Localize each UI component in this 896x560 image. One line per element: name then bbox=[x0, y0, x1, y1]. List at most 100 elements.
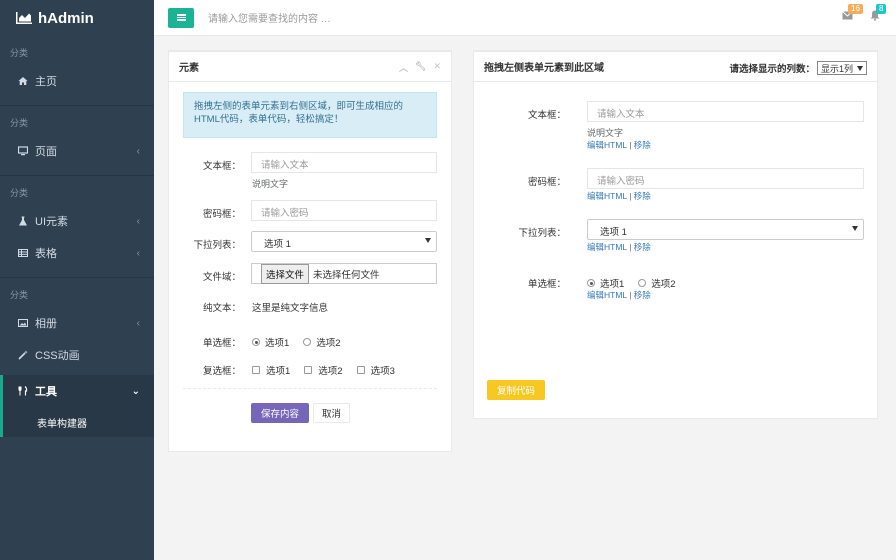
password-field-label: 密码框： bbox=[527, 177, 566, 188]
chevron-left-icon: ‹ bbox=[136, 247, 140, 259]
checkbox-icon[interactable] bbox=[252, 366, 260, 374]
password-input[interactable]: 请输入密码 bbox=[251, 200, 437, 221]
element-actions: 编辑HTML | 移除 bbox=[587, 289, 651, 301]
sidebar-item-label: 主页 bbox=[35, 76, 57, 88]
element-actions: 编辑HTML | 移除 bbox=[587, 139, 651, 151]
elements-panel: 元素 ︿ 🔧︎ ✕ 拖拽左侧的表单元素到右侧区域，即可生成相应的HTML代码，表… bbox=[168, 50, 452, 452]
file-status: 未选择任何文件 bbox=[313, 269, 380, 281]
sidebar-item-table[interactable]: 表格 ‹ bbox=[0, 237, 154, 269]
remove-link[interactable]: 移除 bbox=[634, 140, 651, 150]
nav-category: 分类 bbox=[10, 118, 29, 128]
sidebar-item-home[interactable]: 主页 bbox=[0, 65, 154, 97]
sidebar-item-label: 页面 bbox=[35, 146, 57, 158]
help-text: 说明文字 bbox=[252, 179, 289, 189]
sidebar: hAdmin 分类 主页 分类 页面 ‹ 分类 UI元素 ‹ 表格 ‹ 分类 相… bbox=[0, 0, 154, 560]
edit-html-link[interactable]: 编辑HTML bbox=[587, 191, 627, 201]
brand-logo[interactable]: hAdmin bbox=[0, 0, 154, 36]
top-navbar: 请输入您需要查找的内容 … 16 8 bbox=[154, 0, 896, 36]
column-select-value: 显示1列 bbox=[820, 63, 853, 74]
copy-code-button[interactable]: 复制代码 bbox=[487, 380, 545, 400]
nav-category: 分类 bbox=[10, 48, 29, 58]
select-value: 选项 1 bbox=[264, 239, 291, 250]
sidebar-item-tools[interactable]: 工具 ⌄ bbox=[3, 375, 154, 407]
radio-option[interactable]: 选项2 bbox=[638, 276, 676, 290]
radio-option[interactable]: 选项2 bbox=[303, 335, 341, 349]
picture-icon bbox=[18, 318, 28, 328]
chevron-down-icon: ⌄ bbox=[131, 385, 140, 397]
radio-option-label: 选项2 bbox=[651, 279, 676, 290]
sidebar-item-ui[interactable]: UI元素 ‹ bbox=[0, 205, 154, 237]
dropdown-select[interactable]: 选项 1 bbox=[587, 219, 864, 240]
link-separator: | bbox=[629, 290, 632, 300]
file-input[interactable]: 选择文件 未选择任何文件 bbox=[251, 263, 437, 284]
choose-file-button[interactable]: 选择文件 bbox=[261, 263, 310, 284]
element-actions: 编辑HTML | 移除 bbox=[587, 190, 651, 202]
panel-header: 拖拽左侧表单元素到此区域 请选择显示的列数： 显示1列 bbox=[474, 52, 877, 82]
checkbox-option[interactable]: 选项3 bbox=[356, 363, 395, 377]
sidebar-item-album[interactable]: 相册 ‹ bbox=[0, 307, 154, 339]
help-text: 说明文字 bbox=[587, 128, 624, 138]
radio-icon[interactable] bbox=[303, 338, 312, 346]
checkbox-option[interactable]: 选项1 bbox=[252, 363, 290, 377]
text-input[interactable]: 请输入文本 bbox=[251, 152, 437, 173]
checkbox-option-label: 选项1 bbox=[266, 366, 291, 377]
remove-link[interactable]: 移除 bbox=[634, 242, 651, 252]
nav-category: 分类 bbox=[10, 290, 29, 300]
text-field-label: 文本框： bbox=[527, 110, 566, 121]
radio-option-label: 选项2 bbox=[316, 338, 341, 349]
checkbox-option[interactable]: 选项2 bbox=[304, 363, 343, 377]
collapse-icon[interactable]: ︿ bbox=[399, 61, 408, 74]
messages-badge: 16 bbox=[848, 4, 863, 14]
edit-html-link[interactable]: 编辑HTML bbox=[587, 140, 627, 150]
cutlery-icon bbox=[18, 386, 28, 396]
sidebar-subitem-label: 表单构建器 bbox=[37, 418, 87, 430]
sidebar-item-label: 相册 bbox=[35, 318, 57, 330]
sidebar-item-css-animation[interactable]: CSS动画 bbox=[0, 339, 154, 371]
desktop-icon bbox=[18, 146, 28, 156]
text-input[interactable]: 请输入文本 bbox=[587, 101, 864, 122]
close-icon[interactable]: ✕ bbox=[433, 61, 441, 74]
magic-wand-icon bbox=[18, 350, 28, 360]
radio-group: 选项1 选项2 bbox=[587, 276, 690, 290]
save-button[interactable]: 保存内容 bbox=[251, 403, 309, 423]
flask-icon bbox=[18, 216, 28, 226]
checkbox-icon[interactable] bbox=[356, 366, 365, 374]
sidebar-item-label: 表格 bbox=[35, 248, 57, 260]
nav-category: 分类 bbox=[10, 188, 29, 198]
chart-area-icon bbox=[16, 12, 32, 24]
radio-checked-icon[interactable] bbox=[587, 279, 595, 287]
brand-name: hAdmin bbox=[38, 9, 94, 27]
password-input[interactable]: 请输入密码 bbox=[587, 168, 864, 189]
notifications-button[interactable]: 8 bbox=[868, 4, 887, 22]
checkbox-label: 复选框： bbox=[202, 366, 241, 377]
dropdown-select[interactable]: 选项 1 bbox=[251, 231, 437, 252]
radio-icon[interactable] bbox=[638, 279, 647, 287]
sidebar-item-label: CSS动画 bbox=[35, 350, 80, 362]
text-field-label: 文本框： bbox=[202, 161, 241, 172]
hamburger-icon bbox=[176, 14, 186, 21]
caret-down-icon bbox=[852, 226, 858, 231]
static-text-label: 纯文本： bbox=[202, 303, 241, 314]
remove-link[interactable]: 移除 bbox=[634, 191, 651, 201]
sidebar-item-pages[interactable]: 页面 ‹ bbox=[0, 135, 154, 167]
divider bbox=[183, 388, 437, 389]
column-select[interactable]: 显示1列 bbox=[816, 61, 867, 75]
wrench-icon[interactable]: 🔧︎ bbox=[415, 61, 426, 74]
checkbox-group: 选项1 选项2 选项3 bbox=[252, 363, 409, 377]
edit-html-link[interactable]: 编辑HTML bbox=[587, 242, 627, 252]
sidebar-subitem-form-builder[interactable]: 表单构建器 bbox=[3, 407, 154, 437]
cancel-button[interactable]: 取消 bbox=[313, 403, 350, 423]
panel-tools: ︿ 🔧︎ ✕ bbox=[399, 61, 441, 74]
panel-title: 拖拽左侧表单元素到此区域 bbox=[484, 63, 604, 74]
radio-option[interactable]: 选项1 bbox=[252, 335, 289, 349]
caret-down-icon bbox=[857, 65, 863, 71]
menu-toggle-button[interactable] bbox=[168, 7, 194, 28]
edit-html-link[interactable]: 编辑HTML bbox=[587, 290, 627, 300]
messages-button[interactable]: 16 bbox=[840, 4, 863, 22]
checkbox-icon[interactable] bbox=[304, 366, 313, 374]
radio-checked-icon[interactable] bbox=[252, 338, 260, 346]
radio-option[interactable]: 选项1 bbox=[587, 276, 624, 290]
remove-link[interactable]: 移除 bbox=[634, 290, 651, 300]
sidebar-item-label: 工具 bbox=[35, 386, 57, 398]
search-input[interactable]: 请输入您需要查找的内容 … bbox=[208, 10, 331, 25]
